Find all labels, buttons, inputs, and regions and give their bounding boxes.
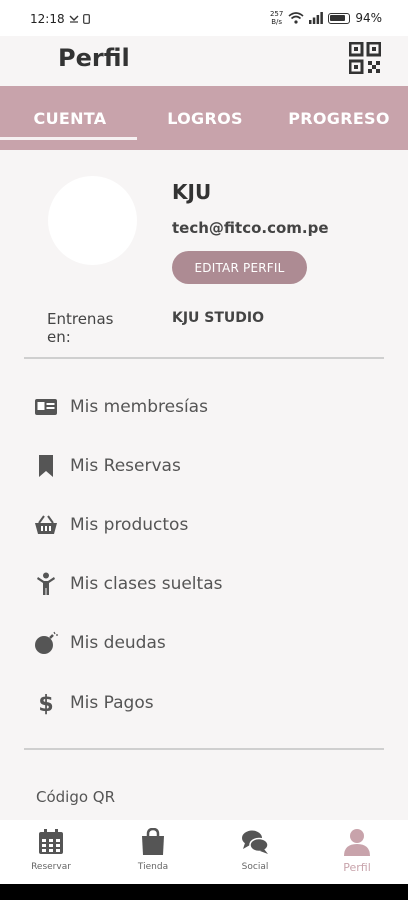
status-right: 257 B/s 94% [270,10,382,26]
active-tab-indicator [0,137,137,140]
qr-section-label: Código QR [36,788,116,806]
user-icon [344,829,370,856]
menu-item-label: Mis Reservas [70,456,181,476]
dollar-icon: $ [34,691,58,715]
menu-item-label: Mis membresías [70,397,208,417]
id-card-icon [34,395,58,419]
menu-item-label: Mis clases sueltas [70,574,223,594]
menu-item-reservas[interactable]: Mis Reservas [0,442,408,490]
nav-label: Perfil [343,861,371,874]
trains-at-value: KJU STUDIO [172,310,265,326]
menu-item-label: Mis deudas [70,633,166,653]
user-email: tech@fitco.com.pe [172,219,329,237]
tab-progreso[interactable]: PROGRESO [270,86,408,150]
person-icon [34,572,58,596]
status-left: 12:18 [30,12,90,26]
battery-icon [328,12,351,24]
trains-at-label: Entrenas en: [47,310,114,346]
nav-item-social[interactable]: Social [204,820,306,884]
nav-item-tienda[interactable]: Tienda [102,820,204,884]
menu-item-membresias[interactable]: Mis membresías [0,383,408,431]
menu-item-productos[interactable]: Mis productos [0,501,408,549]
bomb-icon [34,631,58,655]
bookmark-icon [34,454,58,478]
nav-label: Reservar [31,862,71,872]
nav-label: Social [241,862,269,872]
net-speed: 257 B/s [270,10,283,26]
menu-item-label: Mis Pagos [70,693,154,713]
menu-item-label: Mis productos [70,515,189,535]
tab-cuenta[interactable]: CUENTA [0,86,140,150]
divider [24,357,384,359]
sim-card-icon [82,14,90,24]
gesture-bar [0,884,408,900]
avatar[interactable] [48,176,137,265]
qr-code-icon[interactable] [349,42,381,74]
app-screen: 12:18 257 B/s 94% Perfil CUENTA LOGROS P… [0,0,408,884]
svg-text:$: $ [38,692,53,715]
divider [24,748,384,750]
wifi-icon [288,12,304,24]
signal-icon [309,12,324,24]
net-speed-value: 257 [269,10,284,18]
page-title: Perfil [58,44,130,72]
tab-logros[interactable]: LOGROS [140,86,270,150]
status-time: 12:18 [30,12,65,26]
user-name: KJU [172,180,212,204]
nav-item-perfil[interactable]: Perfil [306,820,408,884]
missed-call-icon [69,15,79,23]
battery-percent: 94% [355,11,382,25]
net-speed-unit: B/s [271,18,283,26]
nav-item-reservar[interactable]: Reservar [0,820,102,884]
basket-icon [34,513,58,537]
tab-bar: CUENTA LOGROS PROGRESO [0,86,408,150]
menu-item-clases-sueltas[interactable]: Mis clases sueltas [0,560,408,608]
status-bar: 12:18 257 B/s 94% [0,0,408,36]
bottom-nav: Reservar Tienda Social Perfil [0,820,408,884]
menu-item-deudas[interactable]: Mis deudas [0,619,408,667]
menu-item-pagos[interactable]: $ Mis Pagos [0,679,408,727]
app-header: Perfil [0,36,408,86]
shopping-bag-icon [142,828,164,855]
edit-profile-button[interactable]: EDITAR PERFIL [172,251,307,284]
chat-bubbles-icon [242,830,269,854]
calendar-icon [39,829,63,854]
nav-label: Tienda [137,862,169,872]
